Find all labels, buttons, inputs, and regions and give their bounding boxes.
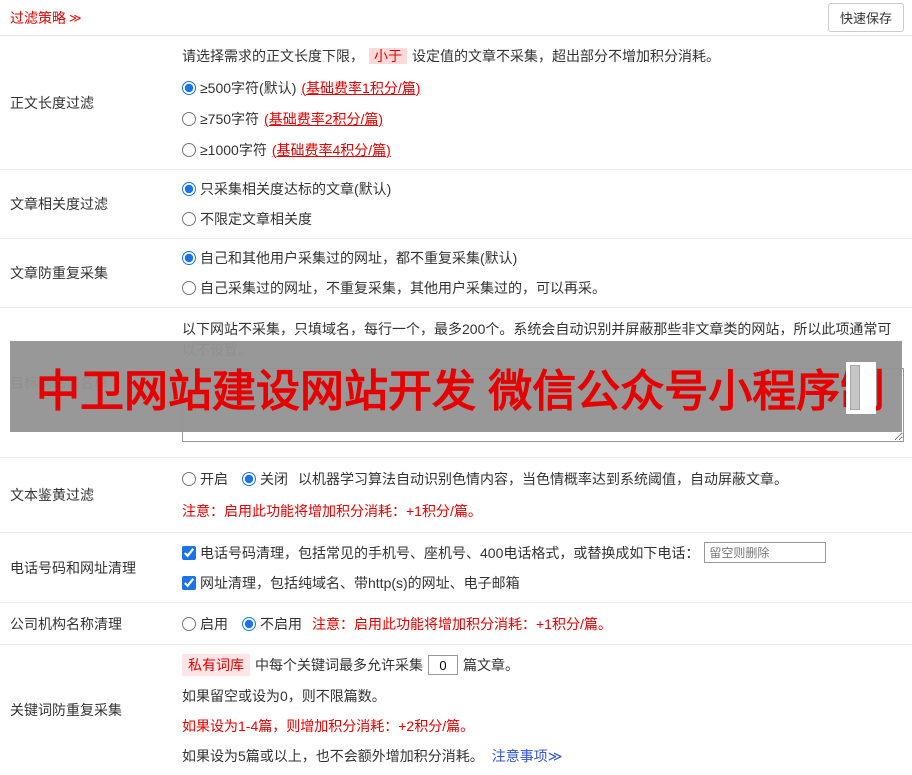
row-company-clean: 公司机构名称清理 启用 不启用 注意：启用此功能将增加积分消耗：+1积分/篇。 — [0, 603, 912, 645]
row-length-filter: 正文长度过滤 请选择需求的正文长度下限， 小于 设定值的文章不采集，超出部分不增加积… — [0, 36, 912, 170]
dedup-option-all-users-label: 自己和其他用户采集过的网址，都不重复采集(默认) — [200, 250, 518, 266]
length-option-750-fee: (基础费率2积分/篇) — [264, 110, 384, 127]
watermark-overlay: 中卫网站建设网站开发 微信公众号小程序制 — [10, 341, 902, 432]
watermark-text: 中卫网站建设网站开发 微信公众号小程序制 — [36, 366, 885, 416]
company-clean-label: 公司机构名称清理 — [10, 615, 122, 632]
page-title: 过滤策略 — [10, 9, 66, 26]
row-keyword-dedup: 关键词防重复采集 私有词库 中每个关键词最多允许采集 篇文章。 如果留空或设为0… — [0, 645, 912, 775]
scrollbar-thumb[interactable] — [850, 365, 860, 410]
relevance-option-any[interactable]: 不限定文章相关度 — [182, 209, 312, 229]
porn-option-on[interactable]: 开启 — [182, 469, 228, 489]
dedup-option-self-only-label: 自己采集过的网址，不重复采集，其他用户采集过的，可以再采。 — [200, 280, 606, 296]
dedup-filter-label: 文章防重复采集 — [10, 265, 108, 281]
company-option-off[interactable]: 不启用 — [242, 614, 302, 634]
row-phone-url-clean: 电话号码和网址清理 电话号码清理，包括常见的手机号、座机号、400电话格式，或替… — [0, 533, 912, 603]
length-option-1000-label: ≥1000字符 — [200, 141, 267, 158]
url-clean-option[interactable]: 网址清理，包括纯域名、带http(s)的网址、电子邮箱 — [182, 573, 520, 593]
topbar: 过滤策略 ≫ 快速保存 — [0, 0, 912, 36]
filter-strategy-toggle[interactable]: 过滤策略 ≫ — [10, 8, 82, 28]
company-clean-content: 启用 不启用 注意：启用此功能将增加积分消耗：+1积分/篇。 — [182, 603, 912, 644]
keyword-note-five: 如果设为5篇或以上，也不会额外增加积分消耗。 — [182, 748, 484, 764]
length-intro-before: 请选择需求的正文长度下限， — [182, 47, 364, 64]
relevance-option-strict[interactable]: 只采集相关度达标的文章(默认) — [182, 179, 391, 199]
keyword-note-zero: 如果留空或设为0，则不限篇数。 — [182, 688, 386, 704]
length-option-500-fee: (基础费率1积分/篇) — [301, 79, 421, 96]
length-radio-750[interactable] — [182, 111, 196, 126]
phone-replace-input[interactable] — [704, 542, 827, 563]
porn-filter-content: 开启 关闭 以机器学习算法自动识别色情内容，当色情概率达到系统阈值，自动屏蔽文章… — [182, 458, 912, 532]
porn-radio-on[interactable] — [182, 472, 196, 486]
porn-filter-note: 注意：启用此功能将增加积分消耗：+1积分/篇。 — [182, 503, 482, 519]
porn-radio-off[interactable] — [242, 472, 256, 486]
chevron-expand-icon: ≫ — [69, 10, 82, 25]
notice-link[interactable]: 注意事项≫ — [492, 746, 563, 766]
length-filter-intro: 请选择需求的正文长度下限， 小于 设定值的文章不采集，超出部分不增加积分消耗。 — [182, 46, 904, 67]
textarea-scrollbar[interactable] — [846, 362, 876, 414]
phone-url-clean-content: 电话号码清理，包括常见的手机号、座机号、400电话格式，或替换成如下电话： 网址… — [182, 533, 912, 602]
url-clean-checkbox[interactable] — [182, 576, 196, 590]
keyword-limit-input[interactable] — [428, 655, 458, 675]
dedup-radio-self-only[interactable] — [182, 281, 196, 295]
relevance-option-strict-label: 只采集相关度达标的文章(默认) — [200, 181, 392, 197]
relevance-radio-strict[interactable] — [182, 182, 196, 196]
company-option-on-label: 启用 — [200, 615, 228, 632]
phone-clean-checkbox[interactable] — [182, 545, 196, 560]
length-radio-500[interactable] — [182, 80, 196, 95]
keyword-note-cost: 如果设为1-4篇，则增加积分消耗：+2积分/篇。 — [182, 718, 475, 734]
length-option-1000[interactable]: ≥1000字符 (基础费率4积分/篇) — [182, 140, 391, 160]
keyword-dedup-content: 私有词库 中每个关键词最多允许采集 篇文章。 如果留空或设为0，则不限篇数。 如… — [182, 645, 912, 775]
phone-clean-option-label: 电话号码清理，包括常见的手机号、座机号、400电话格式，或替换成如下电话： — [200, 544, 700, 561]
dedup-option-self-only[interactable]: 自己采集过的网址，不重复采集，其他用户采集过的，可以再采。 — [182, 278, 606, 298]
quick-save-button[interactable]: 快速保存 — [827, 3, 904, 32]
relevance-filter-content: 只采集相关度达标的文章(默认) 不限定文章相关度 — [182, 170, 912, 238]
length-intro-after: 设定值的文章不采集，超出部分不增加积分消耗。 — [412, 47, 720, 64]
dedup-filter-content: 自己和其他用户采集过的网址，都不重复采集(默认) 自己采集过的网址，不重复采集，… — [182, 239, 912, 307]
dedup-radio-all-users[interactable] — [182, 251, 196, 265]
porn-filter-description: 以机器学习算法自动识别色情内容，当色情概率达到系统阈值，自动屏蔽文章。 — [298, 471, 788, 487]
company-option-on[interactable]: 启用 — [182, 614, 228, 634]
company-radio-off[interactable] — [242, 616, 256, 631]
company-radio-on[interactable] — [182, 616, 196, 631]
url-clean-option-label: 网址清理，包括纯域名、带http(s)的网址、电子邮箱 — [200, 575, 520, 591]
porn-filter-label: 文本鉴黄过滤 — [10, 487, 94, 503]
relevance-radio-any[interactable] — [182, 212, 196, 226]
length-option-500[interactable]: ≥500字符(默认) (基础费率1积分/篇) — [182, 78, 420, 98]
length-option-750-label: ≥750字符 — [200, 110, 260, 127]
phone-clean-option[interactable]: 电话号码清理，包括常见的手机号、座机号、400电话格式，或替换成如下电话： — [182, 543, 699, 563]
keyword-limit-text: 中每个关键词最多允许采集 — [255, 657, 423, 673]
company-clean-note: 注意：启用此功能将增加积分消耗：+1积分/篇。 — [312, 615, 612, 632]
filter-strategy-page: 过滤策略 ≫ 快速保存 正文长度过滤 请选择需求的正文长度下限， 小于 设定值的文章… — [0, 0, 912, 775]
keyword-dedup-label: 关键词防重复采集 — [10, 702, 122, 718]
length-option-500-label: ≥500字符(默认) — [200, 79, 297, 96]
company-option-off-label: 不启用 — [260, 615, 302, 632]
keyword-limit-suffix: 篇文章。 — [463, 657, 519, 673]
row-dedup-filter: 文章防重复采集 自己和其他用户采集过的网址，都不重复采集(默认) 自己采集过的网… — [0, 239, 912, 308]
less-than-chip: 小于 — [369, 47, 407, 64]
length-filter-label: 正文长度过滤 — [10, 94, 94, 111]
length-radio-1000[interactable] — [182, 142, 196, 157]
phone-url-clean-label: 电话号码和网址清理 — [10, 559, 136, 576]
dedup-option-all-users[interactable]: 自己和其他用户采集过的网址，都不重复采集(默认) — [182, 248, 517, 268]
porn-option-off-label: 关闭 — [260, 471, 288, 487]
porn-option-off[interactable]: 关闭 — [242, 469, 288, 489]
length-filter-content: 请选择需求的正文长度下限， 小于 设定值的文章不采集，超出部分不增加积分消耗。 ≥5… — [182, 36, 912, 169]
porn-option-on-label: 开启 — [200, 471, 228, 487]
relevance-option-any-label: 不限定文章相关度 — [200, 211, 312, 227]
row-porn-filter: 文本鉴黄过滤 开启 关闭 以机器学习算法自动识别色情内容，当色情概率达到系统阈值… — [0, 458, 912, 533]
private-dict-chip: 私有词库 — [182, 654, 250, 676]
length-option-750[interactable]: ≥750字符 (基础费率2积分/篇) — [182, 109, 383, 129]
row-relevance-filter: 文章相关度过滤 只采集相关度达标的文章(默认) 不限定文章相关度 — [0, 170, 912, 239]
length-option-1000-fee: (基础费率4积分/篇) — [271, 141, 391, 158]
relevance-filter-label: 文章相关度过滤 — [10, 196, 108, 212]
